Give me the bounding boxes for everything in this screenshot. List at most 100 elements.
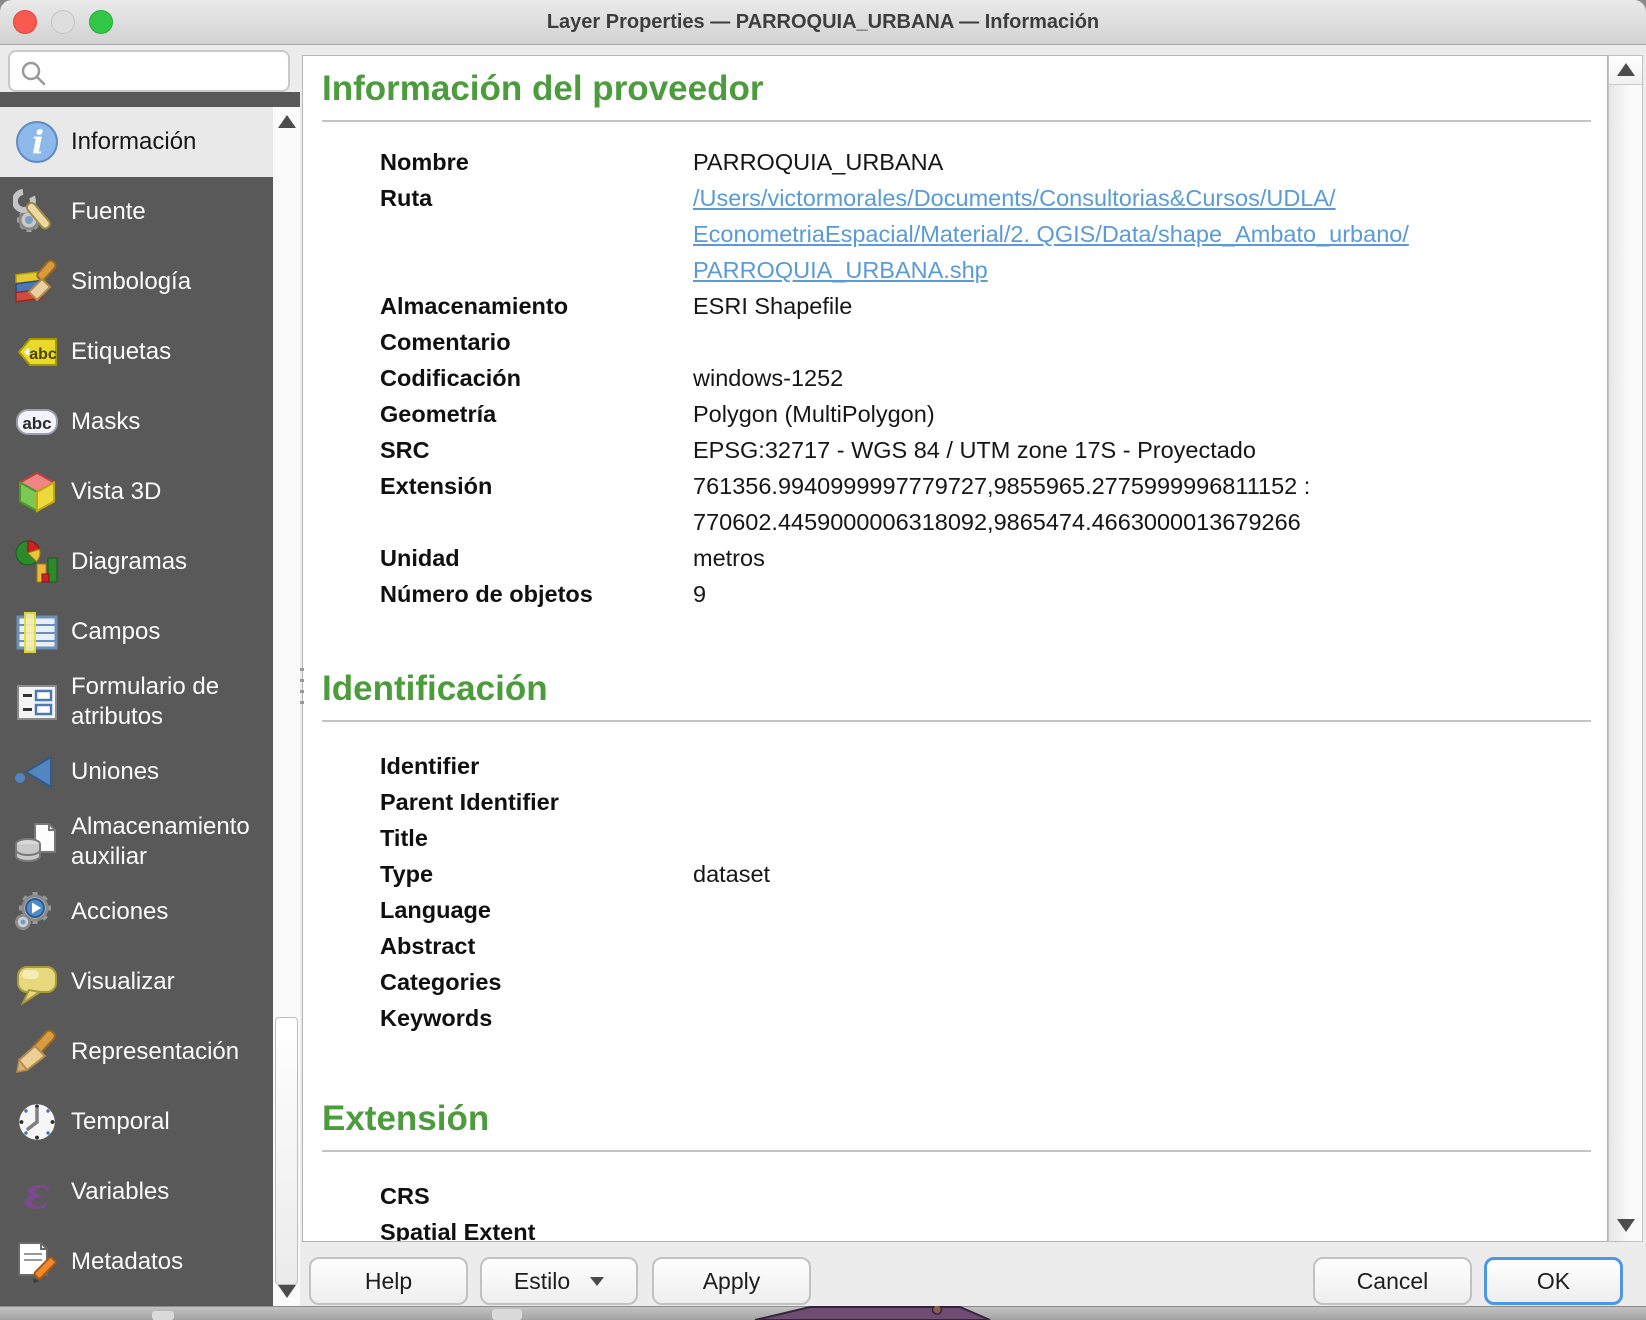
sidebar-scroll-down-icon[interactable]: [273, 1285, 300, 1298]
sidebar-item-etiquetas[interactable]: abc Etiquetas: [0, 317, 273, 387]
variables-icon: ε: [13, 1168, 61, 1216]
property-value: dataset: [693, 856, 770, 892]
property-value: 761356.9940999997779727,9855965.27759999…: [693, 468, 1493, 540]
property-label: Almacenamiento: [380, 288, 693, 324]
property-label: Número de objetos: [380, 576, 693, 612]
property-value: Polygon (MultiPolygon): [693, 396, 935, 432]
property-label: Comentario: [380, 324, 693, 360]
content-scrollbar: [1608, 55, 1643, 1242]
cancel-button[interactable]: Cancel: [1313, 1257, 1472, 1305]
sidebar-item-simbologia[interactable]: Simbología: [0, 247, 273, 317]
property-row: Almacenamiento ESRI Shapefile: [380, 288, 1593, 324]
apply-button[interactable]: Apply: [652, 1257, 811, 1305]
property-label: Categories: [380, 964, 693, 1000]
view-3d-icon: [13, 468, 61, 516]
sidebar-item-diagramas[interactable]: Diagramas: [0, 527, 273, 597]
info-section: Identificación Identifier Parent Identif…: [320, 668, 1593, 1036]
property-label: CRS: [380, 1178, 693, 1214]
info-section: Información del proveedor Nombre PARROQU…: [320, 68, 1593, 612]
info-icon: i: [13, 118, 61, 166]
auxiliary-storage-icon: [13, 818, 61, 866]
rendering-icon: [13, 1028, 61, 1076]
sidebar-item-label: Vista 3D: [71, 477, 269, 507]
source-icon: [13, 188, 61, 236]
sidebar-scrollbar: [273, 107, 300, 1306]
property-label: Identifier: [380, 748, 693, 784]
property-value: /Users/victormorales/Documents/Consultor…: [693, 180, 1493, 288]
file-path-link[interactable]: /Users/victormorales/Documents/Consultor…: [693, 185, 1409, 283]
property-row: Comentario: [380, 324, 1593, 360]
property-label: Title: [380, 820, 693, 856]
attributes-form-icon: [13, 678, 61, 726]
sidebar-item-label: Uniones: [71, 757, 269, 787]
sidebar-item-formulario-de-atributos[interactable]: Formulario de atributos: [0, 667, 273, 737]
property-row: Abstract: [380, 928, 1593, 964]
property-label: SRC: [380, 432, 693, 468]
masks-icon: abc: [13, 398, 61, 446]
metadata-icon: [13, 1238, 61, 1286]
property-label: Extensión: [380, 468, 693, 540]
sidebar-scroll-up-icon[interactable]: [273, 115, 300, 128]
panel-splitter-handle[interactable]: [300, 668, 304, 704]
property-row: CRS: [380, 1178, 1593, 1214]
sidebar-item-variables[interactable]: ε Variables: [0, 1157, 273, 1227]
property-label: Abstract: [380, 928, 693, 964]
close-button[interactable]: [13, 10, 37, 34]
section-title: Extensión: [322, 1098, 1593, 1140]
sidebar-item-temporal[interactable]: Temporal: [0, 1087, 273, 1157]
actions-icon: [13, 888, 61, 936]
property-row: Número de objetos 9: [380, 576, 1593, 612]
property-row: Nombre PARROQUIA_URBANA: [380, 144, 1593, 180]
sidebar-scrollbar-thumb[interactable]: [275, 1017, 298, 1285]
sidebar-item-fuente[interactable]: Fuente: [0, 177, 273, 247]
background-ui-fragment: [492, 1309, 522, 1320]
background-ui-fragment: [152, 1311, 174, 1320]
content-scroll-down-icon[interactable]: [1609, 1213, 1642, 1239]
sidebar-item-label: Metadatos: [71, 1247, 269, 1277]
sidebar-item-label: Almacenamiento auxiliar: [71, 812, 269, 872]
sidebar-item-label: Diagramas: [71, 547, 269, 577]
property-label: Spatial Extent: [380, 1214, 693, 1242]
sidebar-item-masks[interactable]: abc Masks: [0, 387, 273, 457]
property-row: Unidad metros: [380, 540, 1593, 576]
sidebar-item-vista-3d[interactable]: Vista 3D: [0, 457, 273, 527]
sidebar-item-almacenamiento-auxiliar[interactable]: Almacenamiento auxiliar: [0, 807, 273, 877]
minimize-button[interactable]: [51, 10, 75, 34]
map-polygon-fragment: [745, 1306, 1005, 1320]
sidebar-list: i Información Fuente Simbología abc Etiq…: [0, 107, 273, 1297]
property-value: 9: [693, 576, 706, 612]
style-dropdown-button[interactable]: Estilo: [480, 1257, 638, 1305]
sidebar-item-acciones[interactable]: Acciones: [0, 877, 273, 947]
svg-text:i: i: [32, 123, 44, 161]
info-section: Extensión CRS Spatial Extent: [320, 1098, 1593, 1242]
zoom-button[interactable]: [89, 10, 113, 34]
joins-icon: [13, 748, 61, 796]
sidebar-item-label: Información: [71, 127, 269, 157]
content-scroll-up-icon[interactable]: [1609, 56, 1642, 85]
sidebar-item-metadatos[interactable]: Metadatos: [0, 1227, 273, 1297]
property-table: Nombre PARROQUIA_URBANA Ruta /Users/vict…: [380, 144, 1593, 612]
property-value: windows-1252: [693, 360, 843, 396]
property-row: Type dataset: [380, 856, 1593, 892]
property-value: PARROQUIA_URBANA: [693, 144, 943, 180]
help-button[interactable]: Help: [309, 1257, 468, 1305]
property-row: SRC EPSG:32717 - WGS 84 / UTM zone 17S -…: [380, 432, 1593, 468]
sidebar-item-campos[interactable]: Campos: [0, 597, 273, 667]
property-row: Spatial Extent: [380, 1214, 1593, 1242]
window-title: Layer Properties — PARROQUIA_URBANA — In…: [0, 0, 1646, 45]
sidebar-item-visualizar[interactable]: Visualizar: [0, 947, 273, 1017]
sidebar-search-input[interactable]: [52, 55, 284, 89]
property-label: Unidad: [380, 540, 693, 576]
sidebar-item-informacion[interactable]: i Información: [0, 107, 273, 177]
sidebar-item-label: Visualizar: [71, 967, 269, 997]
sidebar-item-uniones[interactable]: Uniones: [0, 737, 273, 807]
property-label: Codificación: [380, 360, 693, 396]
property-value: metros: [693, 540, 765, 576]
svg-text:ε: ε: [24, 1168, 51, 1216]
titlebar: Layer Properties — PARROQUIA_URBANA — In…: [0, 0, 1646, 45]
ok-button[interactable]: OK: [1484, 1257, 1623, 1305]
property-row: Categories: [380, 964, 1593, 1000]
svg-text:abc: abc: [29, 346, 57, 363]
property-label: Parent Identifier: [380, 784, 693, 820]
sidebar-item-representacion[interactable]: Representación: [0, 1017, 273, 1087]
